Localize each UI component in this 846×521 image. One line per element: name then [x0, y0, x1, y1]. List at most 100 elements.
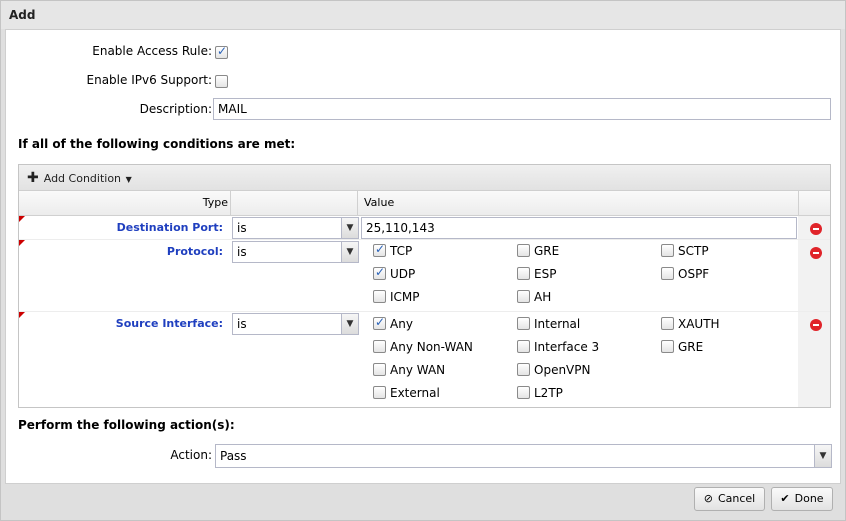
remove-condition-icon[interactable]	[810, 247, 822, 259]
protocol-option-udp[interactable]: UDP	[373, 265, 415, 281]
add-condition-label: Add Condition	[43, 172, 122, 185]
protocol-option-icmp[interactable]: ICMP	[373, 290, 420, 304]
any-wan-label: Any WAN	[390, 363, 446, 377]
protocol-option-sctp[interactable]: SCTP	[661, 244, 709, 258]
column-header-actions	[799, 191, 830, 215]
interface-3-checkbox[interactable]	[517, 340, 530, 353]
interface-option-any[interactable]: Any	[373, 315, 413, 331]
plus-icon: ✚	[27, 170, 39, 186]
protocol-option-esp[interactable]: ESP	[517, 267, 556, 281]
column-value-label: Value	[364, 196, 395, 209]
interface-option-xauth[interactable]: XAUTH	[661, 317, 720, 331]
column-type-label: Type	[202, 196, 228, 209]
dialog-title: Add	[9, 8, 36, 22]
checkmark-icon: ✔	[780, 492, 790, 505]
cancel-button[interactable]: ⊘ Cancel	[694, 487, 765, 511]
gre-label: GRE	[534, 244, 560, 258]
udp-checkbox[interactable]	[373, 265, 386, 280]
actions-heading: Perform the following action(s):	[18, 418, 235, 432]
gre-interface-checkbox[interactable]	[661, 340, 674, 353]
description-label: Description:	[139, 102, 212, 116]
any-checkbox[interactable]	[373, 315, 386, 330]
remove-condition-icon[interactable]	[810, 223, 822, 235]
interface-option-l2tp[interactable]: L2TP	[517, 386, 563, 400]
chevron-down-icon[interactable]: ▼	[341, 314, 358, 334]
external-checkbox[interactable]	[373, 386, 386, 399]
openvpn-label: OpenVPN	[534, 363, 591, 377]
any-non-wan-label: Any Non-WAN	[390, 340, 473, 354]
ah-label: AH	[534, 290, 552, 304]
esp-checkbox[interactable]	[517, 267, 530, 280]
done-button[interactable]: ✔ Done	[771, 487, 833, 511]
internal-label: Internal	[534, 317, 581, 331]
interface-option-gre[interactable]: GRE	[661, 340, 703, 354]
dialog-titlebar[interactable]: Add	[1, 1, 845, 29]
xauth-checkbox[interactable]	[661, 317, 674, 330]
interface-option-openvpn[interactable]: OpenVPN	[517, 363, 590, 377]
dialog-body: Enable Access Rule: Enable IPv6 Support:…	[5, 29, 841, 484]
description-input[interactable]	[213, 98, 831, 120]
add-rule-dialog: Add Enable Access Rule: Enable IPv6 Supp…	[0, 0, 846, 521]
any-label: Any	[390, 317, 413, 331]
external-label: External	[390, 386, 440, 400]
protocol-operator-value: is	[237, 245, 247, 259]
internal-checkbox[interactable]	[517, 317, 530, 330]
condition-row-source-interface: Source Interface: is ▼ Any Internal XAUT…	[19, 312, 830, 407]
chevron-down-icon: ▼	[123, 175, 132, 184]
source-interface-operator-select[interactable]: is ▼	[232, 313, 359, 335]
gre-interface-label: GRE	[678, 340, 704, 354]
protocol-label: Protocol:	[166, 245, 223, 258]
interface-option-external[interactable]: External	[373, 386, 440, 400]
source-interface-label: Source Interface:	[115, 317, 223, 330]
enable-access-rule-checkbox[interactable]	[215, 44, 228, 59]
sctp-checkbox[interactable]	[661, 244, 674, 257]
cancel-label: Cancel	[717, 492, 756, 505]
cancel-icon: ⊘	[703, 492, 713, 505]
add-condition-button[interactable]: ✚ Add Condition ▼	[27, 170, 132, 186]
enable-ipv6-checkbox[interactable]	[215, 75, 228, 88]
action-select[interactable]: Pass ▼	[215, 444, 832, 468]
grid-toolbar: ✚ Add Condition ▼	[19, 165, 830, 191]
destination-port-label: Destination Port:	[116, 221, 223, 234]
protocol-operator-select[interactable]: is ▼	[232, 241, 359, 263]
interface-option-interface-3[interactable]: Interface 3	[517, 340, 599, 354]
action-value: Pass	[220, 449, 247, 463]
sctp-label: SCTP	[678, 244, 709, 258]
any-non-wan-checkbox[interactable]	[373, 340, 386, 353]
icmp-checkbox[interactable]	[373, 290, 386, 303]
l2tp-label: L2TP	[534, 386, 563, 400]
esp-label: ESP	[534, 267, 557, 281]
enable-access-rule-label: Enable Access Rule:	[92, 44, 212, 58]
column-header-operator[interactable]	[231, 191, 358, 215]
interface-option-internal[interactable]: Internal	[517, 317, 580, 331]
protocol-option-tcp[interactable]: TCP	[373, 242, 412, 258]
chevron-down-icon[interactable]: ▼	[814, 445, 831, 467]
conditions-heading: If all of the following conditions are m…	[18, 137, 296, 151]
dirty-marker	[19, 312, 25, 318]
l2tp-checkbox[interactable]	[517, 386, 530, 399]
condition-row-destination-port: Destination Port: is ▼	[19, 216, 830, 240]
action-label: Action:	[170, 448, 212, 462]
enable-ipv6-label: Enable IPv6 Support:	[86, 73, 213, 87]
ah-checkbox[interactable]	[517, 290, 530, 303]
destination-port-value-input[interactable]	[361, 217, 797, 239]
tcp-checkbox[interactable]	[373, 242, 386, 257]
destination-port-operator-select[interactable]: is ▼	[232, 217, 359, 239]
column-header-type[interactable]: Type	[19, 191, 231, 215]
dirty-marker	[19, 216, 25, 222]
protocol-option-ah[interactable]: AH	[517, 290, 551, 304]
chevron-down-icon[interactable]: ▼	[341, 242, 358, 262]
interface-option-any-non-wan[interactable]: Any Non-WAN	[373, 340, 473, 354]
protocol-option-gre[interactable]: GRE	[517, 244, 559, 258]
dirty-marker	[19, 240, 25, 246]
interface-option-any-wan[interactable]: Any WAN	[373, 363, 445, 377]
protocol-option-ospf[interactable]: OSPF	[661, 267, 709, 281]
ospf-checkbox[interactable]	[661, 267, 674, 280]
gre-checkbox[interactable]	[517, 244, 530, 257]
chevron-down-icon[interactable]: ▼	[341, 218, 358, 238]
any-wan-checkbox[interactable]	[373, 363, 386, 376]
column-header-value[interactable]: Value	[358, 191, 799, 215]
remove-condition-icon[interactable]	[810, 319, 822, 331]
grid-header: Type Value	[19, 191, 830, 216]
openvpn-checkbox[interactable]	[517, 363, 530, 376]
